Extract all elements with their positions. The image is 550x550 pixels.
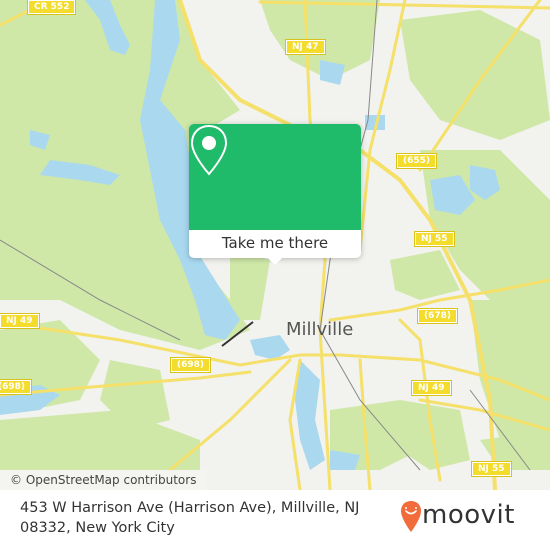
map-attribution[interactable]: © OpenStreetMap contributors xyxy=(0,470,207,490)
city-label-millville: Millville xyxy=(286,319,354,340)
location-pin-icon xyxy=(190,124,228,176)
road-label-nj49-east: NJ 49 xyxy=(411,380,452,396)
popup-header xyxy=(189,124,361,230)
location-popup: Take me there xyxy=(189,124,361,265)
address-text: 453 W Harrison Ave (Harrison Ave), Millv… xyxy=(20,500,360,536)
road-label-nj49-west: NJ 49 xyxy=(0,313,40,329)
road-label-nj55-south: NJ 55 xyxy=(471,461,512,477)
take-me-there-button[interactable]: Take me there xyxy=(189,230,361,258)
popup-pointer xyxy=(267,257,283,265)
road-label-nj47: NJ 47 xyxy=(285,39,326,55)
road-label-698-center: (698) xyxy=(169,357,212,373)
road-label-nj55-north: NJ 55 xyxy=(414,231,455,247)
road-label-cr552: CR 552 xyxy=(26,0,77,15)
road-label-698-west: (698) xyxy=(0,379,33,395)
map[interactable]: CR 552 NJ 47 (655) NJ 55 NJ 49 (678) (69… xyxy=(0,0,550,490)
moovit-logo-text: moovit xyxy=(422,500,515,530)
road-label-655: (655) xyxy=(395,153,438,169)
moovit-pin-icon xyxy=(401,501,421,532)
road-label-678: (678) xyxy=(416,308,459,324)
moovit-logo[interactable]: moovit xyxy=(400,498,530,538)
footer: 453 W Harrison Ave (Harrison Ave), Millv… xyxy=(0,490,550,550)
